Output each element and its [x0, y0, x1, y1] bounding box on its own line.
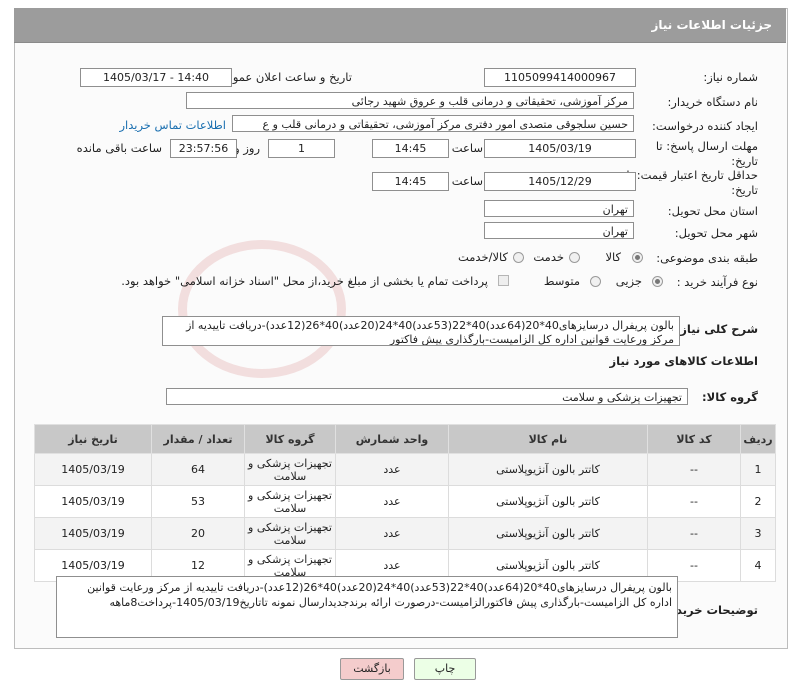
- city-field: تهران: [484, 222, 634, 239]
- requester-label: ایجاد کننده درخواست:: [652, 119, 758, 133]
- process-option-medium: متوسط: [543, 274, 580, 288]
- process-radio-medium[interactable]: [590, 276, 601, 287]
- city-label: شهر محل تحویل:: [674, 226, 758, 240]
- row-group: تجهیزات پزشکی و سلامت: [244, 485, 336, 518]
- summary-label: شرح کلی نیاز:: [675, 322, 758, 336]
- panel-header: جزئیات اطلاعات نیاز: [14, 8, 786, 43]
- buyer-org-field: مرکز آموزشی، تحقیقاتی و درمانی قلب و عرو…: [186, 92, 634, 109]
- days-label: روز و: [234, 141, 260, 155]
- row-code: --: [647, 517, 741, 550]
- validity-date-field: 1405/12/29: [484, 172, 636, 191]
- col-name: نام کالا: [448, 424, 648, 454]
- buyer-contact-link[interactable]: اطلاعات تماس خریدار: [119, 118, 226, 132]
- row-group: تجهیزات پزشکی و سلامت: [244, 517, 336, 550]
- treasury-note: پرداخت تمام یا بخشی از مبلغ خرید،از محل …: [121, 274, 488, 288]
- row-unit: عدد: [335, 453, 449, 486]
- deadline-date-field: 1405/03/19: [484, 139, 636, 158]
- process-label: نوع فرآیند خرید :: [676, 275, 758, 289]
- row-index: 2: [740, 485, 776, 518]
- validity-label: حداقل تاریخ اعتبار قیمت: تا تاریخ:: [626, 168, 758, 197]
- row-qty: 64: [151, 453, 245, 486]
- row-qty: 53: [151, 485, 245, 518]
- category-radio-both[interactable]: [513, 252, 524, 263]
- row-code: --: [647, 485, 741, 518]
- category-option-goods: کالا: [605, 250, 621, 264]
- summary-textarea[interactable]: بالون پریفرال درسایزهای40*20(64عدد)40*22…: [162, 316, 680, 346]
- province-label: استان محل تحویل:: [667, 204, 758, 218]
- deadline-time-label: ساعت: [451, 141, 483, 155]
- back-button[interactable]: بازگشت: [340, 658, 404, 680]
- buyer-org-label: نام دستگاه خریدار:: [667, 95, 758, 109]
- goods-group-field: تجهیزات پزشکی و سلامت: [166, 388, 688, 405]
- requester-field: حسین سلجوقی متصدی امور دفتری مرکز آموزشی…: [232, 115, 634, 132]
- treasury-checkbox[interactable]: [498, 275, 509, 286]
- row-date: 1405/03/19: [34, 485, 152, 518]
- row-date: 1405/03/19: [34, 453, 152, 486]
- row-index: 3: [740, 517, 776, 550]
- row-name: کاتتر بالون آنژیوپلاستی: [448, 453, 648, 486]
- row-group: تجهیزات پزشکی و سلامت: [244, 453, 336, 486]
- row-unit: عدد: [335, 485, 449, 518]
- watermark-logo: [178, 240, 346, 378]
- page-title: جزئیات اطلاعات نیاز: [651, 18, 772, 32]
- col-unit: واحد شمارش: [335, 424, 449, 454]
- table-row: 3 -- کاتتر بالون آنژیوپلاستی عدد تجهیزات…: [34, 517, 776, 550]
- category-label: طبقه بندی موضوعی:: [656, 251, 758, 265]
- province-field: تهران: [484, 200, 634, 217]
- process-radio-minor[interactable]: [652, 276, 663, 287]
- row-date: 1405/03/19: [34, 517, 152, 550]
- announce-field: 1405/03/17 - 14:40: [80, 68, 232, 87]
- category-radio-service[interactable]: [569, 252, 580, 263]
- deadline-time-field: 14:45: [372, 139, 449, 158]
- row-qty: 20: [151, 517, 245, 550]
- category-option-both: کالا/خدمت: [457, 250, 508, 264]
- goods-section-title: اطلاعات کالاهای مورد نیاز: [609, 354, 758, 368]
- need-number-label: شماره نیاز:: [703, 70, 758, 84]
- remaining-label: ساعت باقی مانده: [76, 141, 162, 155]
- announce-label: تاریخ و ساعت اعلان عمومی:: [213, 70, 352, 84]
- remaining-field: 23:57:56: [170, 139, 237, 158]
- row-name: کاتتر بالون آنژیوپلاستی: [448, 517, 648, 550]
- col-qty: تعداد / مقدار: [151, 424, 245, 454]
- print-button[interactable]: چاپ: [414, 658, 476, 680]
- table-row: 1 -- کاتتر بالون آنژیوپلاستی عدد تجهیزات…: [34, 453, 776, 486]
- table-row: 2 -- کاتتر بالون آنژیوپلاستی عدد تجهیزات…: [34, 485, 776, 518]
- row-name: کاتتر بالون آنژیوپلاستی: [448, 485, 648, 518]
- col-date: تاریخ نیاز: [34, 424, 152, 454]
- validity-time-label: ساعت: [451, 174, 483, 188]
- process-option-minor: جزیی: [615, 274, 642, 288]
- category-radio-goods[interactable]: [632, 252, 643, 263]
- row-index: 1: [740, 453, 776, 486]
- row-unit: عدد: [335, 517, 449, 550]
- row-index: 4: [740, 549, 776, 582]
- row-code: --: [647, 453, 741, 486]
- col-code: کد کالا: [647, 424, 741, 454]
- col-group: گروه کالا: [244, 424, 336, 454]
- need-number-field: 1105099414000967: [484, 68, 636, 87]
- deadline-label: مهلت ارسال پاسخ: تا تاریخ:: [655, 139, 758, 168]
- goods-table: ردیف کد کالا نام کالا واحد شمارش گروه کا…: [34, 424, 776, 582]
- goods-table-header: ردیف کد کالا نام کالا واحد شمارش گروه کا…: [34, 424, 776, 454]
- col-row: ردیف: [740, 424, 776, 454]
- validity-time-field: 14:45: [372, 172, 449, 191]
- goods-group-label: گروه کالا:: [702, 390, 758, 404]
- buyer-notes-textarea[interactable]: بالون پریفرال درسایزهای40*20(64عدد)40*22…: [56, 576, 678, 638]
- days-field: 1: [268, 139, 335, 158]
- category-option-service: خدمت: [533, 250, 564, 264]
